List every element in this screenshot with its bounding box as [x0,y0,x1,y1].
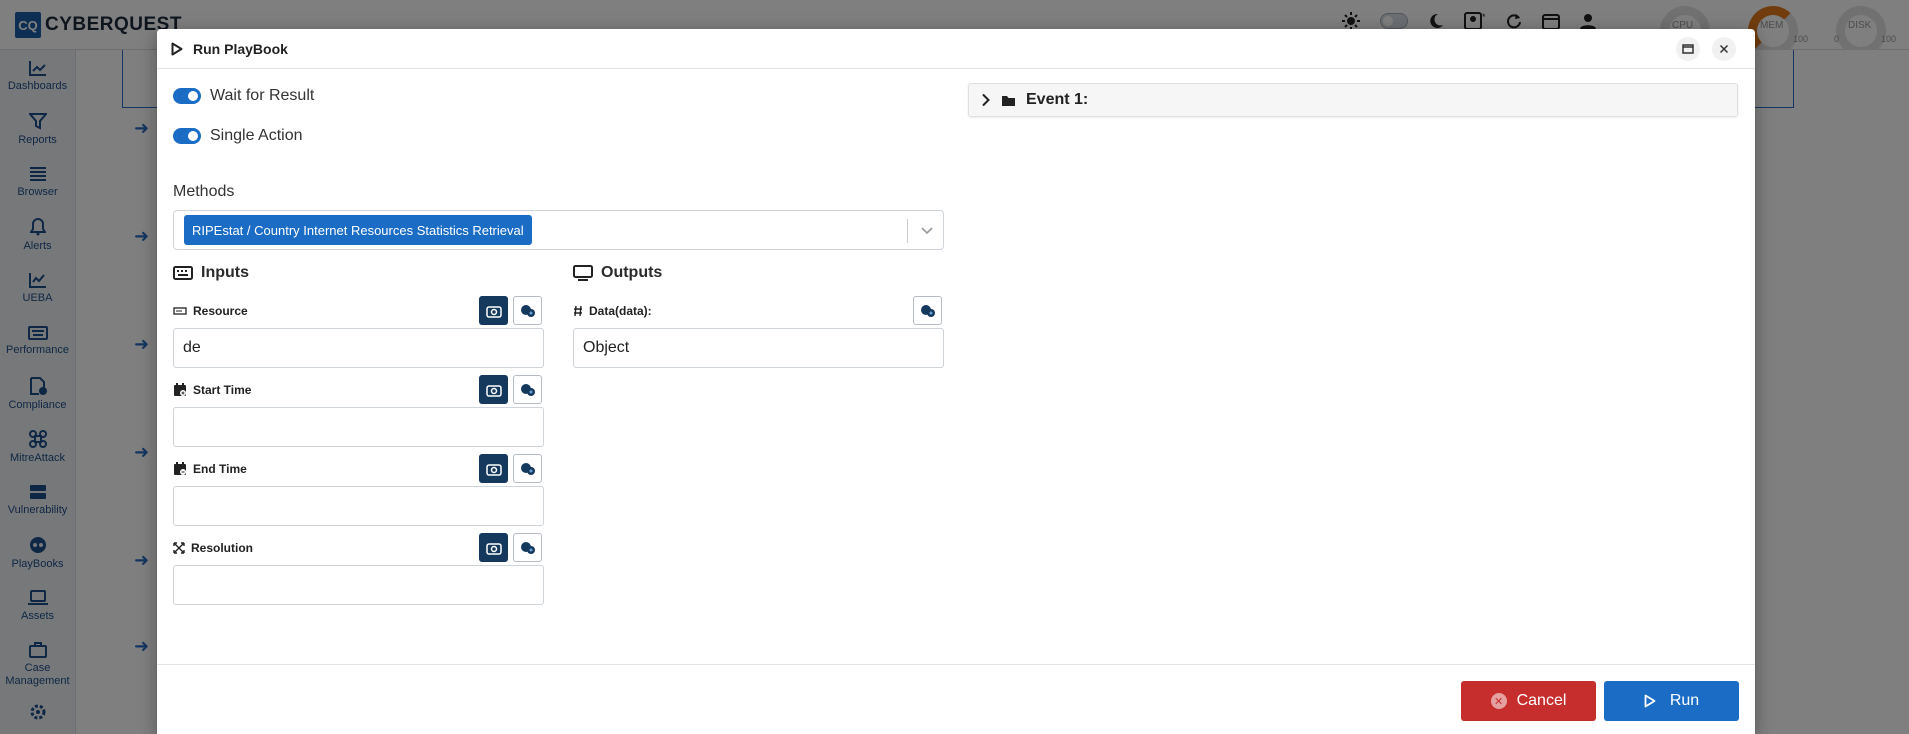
resource-variable-button[interactable] [513,296,542,325]
resource-input[interactable]: de [173,328,544,368]
modal-header: Run PlayBook [157,29,1755,69]
calendar-plus-icon [174,383,186,396]
close-icon [1719,44,1729,54]
close-button[interactable] [1712,37,1736,61]
start-time-input[interactable] [173,407,544,447]
wait-for-result-toggle-row: Wait for Result [173,87,314,105]
data-output-field[interactable]: Object [573,328,944,368]
resolution-snapshot-button[interactable] [479,533,508,562]
maximize-icon [1682,44,1694,54]
start-time-label: Start Time [173,383,251,397]
camera-icon [485,384,502,397]
play-icon [171,42,183,55]
resource-snapshot-button[interactable] [479,296,508,325]
resource-label: Resource [173,304,248,318]
wait-for-result-toggle[interactable] [173,88,201,104]
start-time-snapshot-button[interactable] [479,375,508,404]
camera-icon [485,542,502,555]
hash-icon [574,305,582,317]
monitor-icon [573,265,593,281]
keyboard-icon [173,266,193,280]
cloud-icon [520,304,535,317]
folder-icon [1002,95,1015,106]
modal-footer: ✕ Cancel Run [157,664,1755,734]
end-time-snapshot-button[interactable] [479,454,508,483]
maximize-button[interactable] [1676,37,1700,61]
expand-icon [173,542,185,554]
modal-title: Run PlayBook [193,40,288,57]
start-time-variable-button[interactable] [513,375,542,404]
methods-select[interactable]: RIPEstat / Country Internet Resources St… [173,210,944,250]
end-time-input[interactable] [173,486,544,526]
modal-body: Wait for Result Single Action Methods RI… [157,69,1755,664]
select-divider [907,219,908,243]
outputs-heading: Outputs [573,264,662,282]
chevron-right-icon[interactable] [981,93,991,107]
play-icon [1644,694,1656,708]
methods-label: Methods [173,183,235,200]
selected-method-chip[interactable]: RIPEstat / Country Internet Resources St… [184,215,532,245]
inputs-heading: Inputs [173,264,249,282]
resolution-input[interactable] [173,565,544,605]
data-output-variable-button[interactable] [913,296,942,325]
cancel-button[interactable]: ✕ Cancel [1461,681,1596,721]
toggle-label: Single Action [210,127,303,144]
data-output-label: Data(data): [573,304,652,318]
end-time-label: End Time [173,462,247,476]
cloud-icon [920,304,935,317]
resolution-label: Resolution [173,541,253,555]
calendar-minus-icon [174,462,186,475]
camera-icon [485,463,502,476]
cloud-icon [520,462,535,475]
single-action-toggle-row: Single Action [173,127,303,145]
cancel-circle-icon: ✕ [1490,693,1507,709]
run-button[interactable]: Run [1604,681,1739,721]
event-1-panel[interactable]: Event 1: [968,83,1738,117]
run-playbook-modal: Run PlayBook Wait for Result Single Acti… [157,29,1755,734]
cloud-icon [520,383,535,396]
end-time-variable-button[interactable] [513,454,542,483]
resolution-variable-button[interactable] [513,533,542,562]
single-action-toggle[interactable] [173,128,201,144]
camera-icon [485,305,502,318]
cloud-icon [520,541,535,554]
event-title: Event 1: [1026,91,1089,108]
chevron-down-icon[interactable] [920,223,934,237]
toggle-label: Wait for Result [210,87,315,104]
input-field-icon [173,307,187,315]
